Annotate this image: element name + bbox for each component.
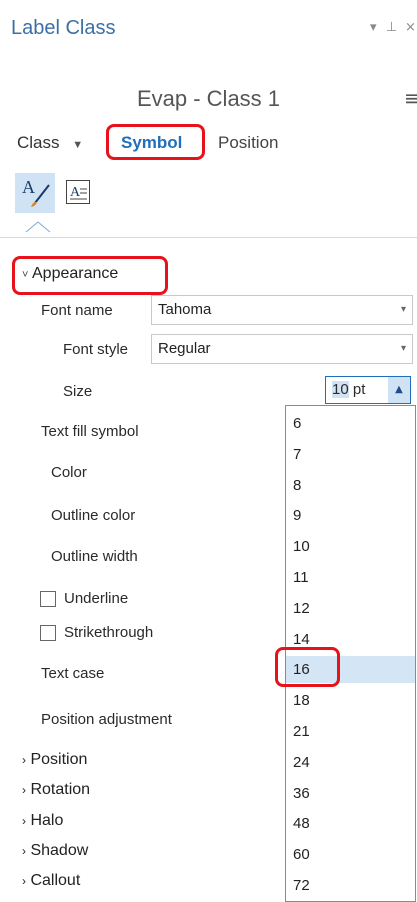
chevron-right-icon: ›: [22, 814, 26, 828]
chevron-right-icon: ›: [22, 753, 26, 767]
strikethrough-label: Strikethrough: [64, 624, 154, 641]
chevron-down-icon: ▾: [400, 343, 406, 354]
font-style-select[interactable]: Regular ▾: [151, 334, 413, 364]
size-unit: pt: [352, 381, 366, 398]
font-name-select[interactable]: Tahoma ▾: [151, 295, 413, 325]
outline-color-label: Outline color: [51, 507, 136, 524]
size-combobox[interactable]: 10 pt ▲: [325, 376, 411, 404]
highlight-size-16: [275, 647, 340, 687]
close-icon[interactable]: ×: [405, 20, 416, 35]
chevron-down-icon: ▼: [72, 139, 84, 151]
underline-checkbox[interactable]: [40, 591, 56, 607]
appearance-heading: Appearance: [32, 265, 119, 282]
size-option-12[interactable]: 12: [286, 595, 415, 622]
section-halo-label: Halo: [30, 812, 64, 829]
size-option-18[interactable]: 18: [286, 687, 415, 714]
tab-class[interactable]: Class ▼: [17, 133, 83, 153]
menu-icon[interactable]: ≡: [404, 86, 417, 110]
svg-text:A: A: [70, 185, 81, 200]
section-position-label: Position: [30, 751, 88, 768]
font-name-value: Tahoma: [158, 301, 212, 318]
color-label: Color: [51, 464, 87, 481]
size-option-8[interactable]: 8: [286, 472, 415, 499]
divider: [0, 237, 417, 238]
chevron-right-icon: ›: [22, 874, 26, 888]
underline-label: Underline: [64, 590, 129, 607]
tab-class-label: Class: [17, 133, 60, 152]
size-option-7[interactable]: 7: [286, 441, 415, 468]
chevron-up-icon[interactable]: ▲: [388, 377, 410, 403]
section-callout-label: Callout: [30, 872, 81, 889]
svg-text:A: A: [22, 177, 35, 197]
size-option-24[interactable]: 24: [286, 749, 415, 776]
font-style-value: Regular: [158, 340, 211, 357]
section-position[interactable]: › Position: [22, 751, 87, 769]
text-fill-symbol-label: Text fill symbol: [41, 423, 139, 440]
text-box-icon: A: [70, 185, 87, 200]
tab-position[interactable]: Position: [218, 133, 278, 153]
size-option-11[interactable]: 11: [286, 564, 415, 591]
section-shadow-label: Shadow: [30, 842, 89, 859]
section-rotation[interactable]: › Rotation: [22, 781, 90, 799]
size-option-10[interactable]: 10: [286, 533, 415, 560]
subtab-indicator: [25, 221, 51, 233]
size-option-48[interactable]: 48: [286, 810, 415, 837]
section-halo[interactable]: › Halo: [22, 812, 63, 830]
text-case-label: Text case: [41, 665, 105, 682]
strikethrough-checkbox[interactable]: [40, 625, 56, 641]
size-option-60[interactable]: 60: [286, 841, 415, 868]
font-name-label: Font name: [41, 302, 113, 319]
pane-title: Label Class: [11, 17, 116, 39]
dropdown-menu-icon[interactable]: ▾: [370, 20, 377, 35]
appearance-section-header[interactable]: ˅ Appearance: [22, 265, 118, 283]
section-callout[interactable]: › Callout: [22, 872, 80, 890]
font-style-label: Font style: [63, 341, 129, 358]
size-option-21[interactable]: 21: [286, 718, 415, 745]
text-background-tab[interactable]: A: [66, 180, 90, 204]
position-adjustment-label: Position adjustment: [41, 711, 172, 728]
outline-width-label: Outline width: [51, 548, 138, 565]
size-option-9[interactable]: 9: [286, 502, 415, 529]
size-option-6[interactable]: 6: [286, 410, 415, 437]
size-number: 10: [332, 381, 349, 398]
section-shadow[interactable]: › Shadow: [22, 842, 88, 860]
size-option-72[interactable]: 72: [286, 872, 415, 899]
chevron-down-icon: ˅: [22, 269, 29, 281]
section-rotation-label: Rotation: [30, 781, 91, 798]
text-symbol-tab[interactable]: A: [15, 173, 55, 213]
size-value: 10 pt: [332, 381, 365, 398]
chevron-down-icon: ▾: [400, 304, 406, 315]
size-label: Size: [63, 383, 93, 400]
size-option-36[interactable]: 36: [286, 780, 415, 807]
chevron-right-icon: ›: [22, 844, 26, 858]
label-class-name: Evap - Class 1: [136, 86, 281, 111]
chevron-right-icon: ›: [22, 783, 26, 797]
highlight-symbol-tab: [106, 124, 205, 160]
pin-icon[interactable]: ⊥: [386, 20, 397, 35]
text-brush-icon: A: [22, 177, 50, 207]
